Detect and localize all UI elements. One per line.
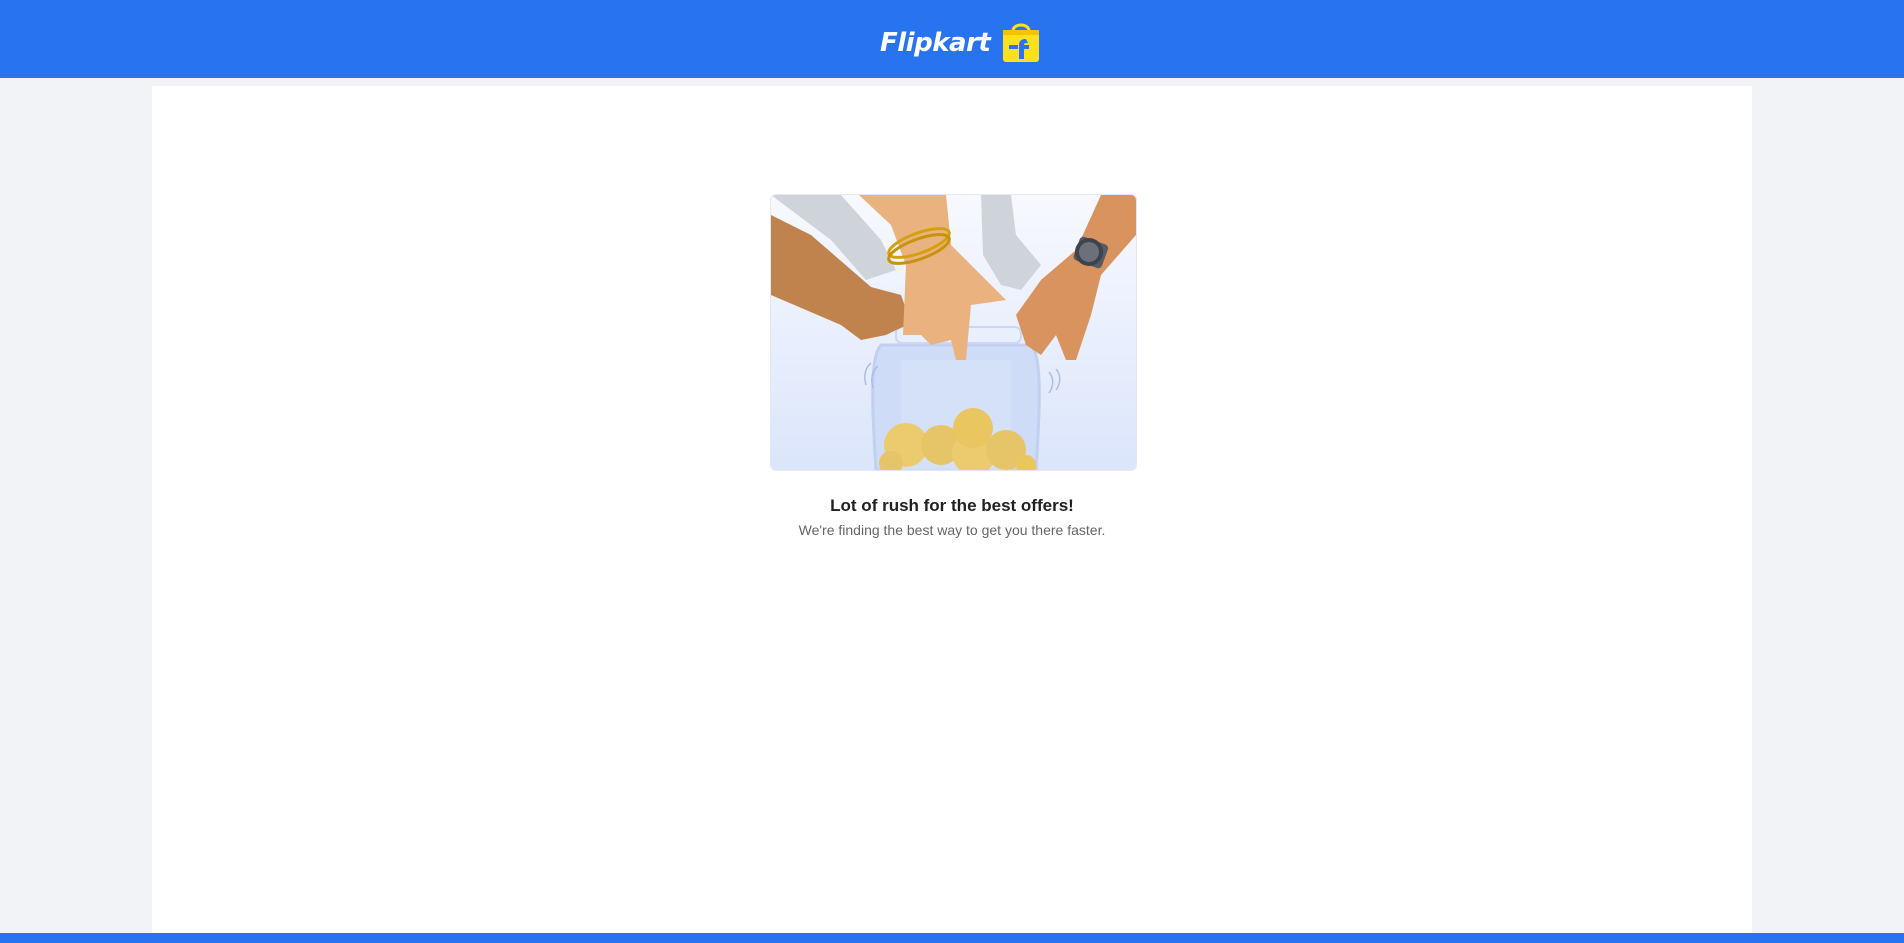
page-title: Lot of rush for the best offers! <box>830 496 1074 515</box>
illustration-graphic <box>771 195 1136 470</box>
flipkart-bag-icon <box>1003 23 1040 62</box>
bottom-bar <box>0 933 1904 943</box>
flipkart-logo[interactable]: Flipkart <box>880 22 1042 64</box>
logo-text: Flipkart <box>880 28 991 58</box>
main-content-card: Lot of rush for the best offers! We're f… <box>152 86 1752 933</box>
top-header-bar: Flipkart <box>0 0 1904 78</box>
hands-reaching-into-cookie-jar-illustration <box>770 194 1137 471</box>
page-subtitle: We're finding the best way to get you th… <box>798 522 1106 538</box>
